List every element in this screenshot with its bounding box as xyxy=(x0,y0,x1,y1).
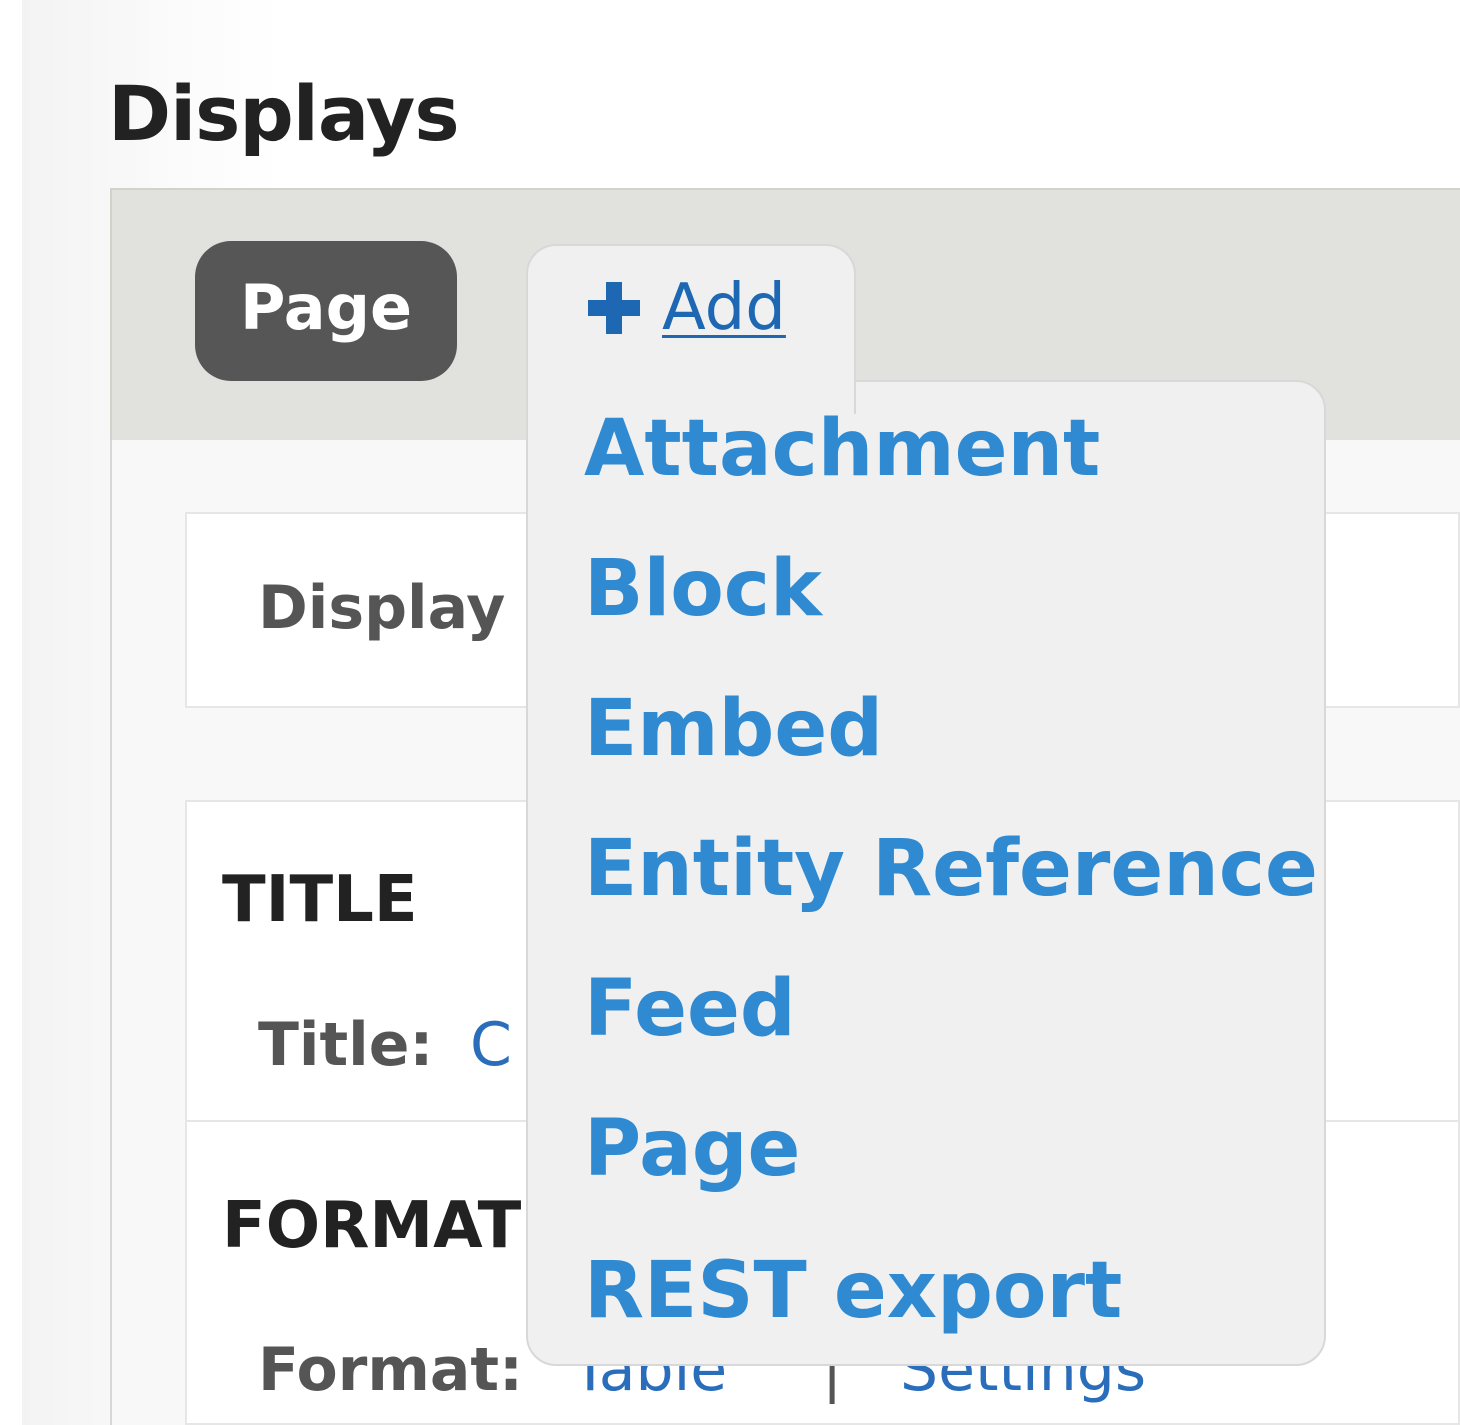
title-label: Title: xyxy=(258,1010,434,1080)
menu-item-page[interactable]: Page xyxy=(584,1110,800,1188)
page-title: Displays xyxy=(108,69,460,158)
add-display-label: Add xyxy=(662,271,786,345)
plus-icon xyxy=(588,282,640,334)
menu-item-block[interactable]: Block xyxy=(584,550,822,628)
menu-item-rest-export[interactable]: REST export xyxy=(584,1252,1122,1330)
display-name-label: Display xyxy=(258,573,506,643)
format-section-heading: FORMAT xyxy=(222,1189,522,1263)
format-label: Format: xyxy=(258,1335,524,1405)
menu-item-embed[interactable]: Embed xyxy=(584,690,883,768)
add-display-button[interactable]: Add xyxy=(588,276,786,340)
title-value-link[interactable]: C xyxy=(470,1015,512,1075)
menu-item-entity-reference[interactable]: Entity Reference xyxy=(584,830,1318,908)
title-section-heading: TITLE xyxy=(222,863,418,937)
menu-item-feed[interactable]: Feed xyxy=(584,970,796,1048)
tab-page[interactable]: Page xyxy=(195,241,457,381)
left-gutter xyxy=(0,0,22,1425)
menu-item-attachment[interactable]: Attachment xyxy=(584,410,1100,488)
